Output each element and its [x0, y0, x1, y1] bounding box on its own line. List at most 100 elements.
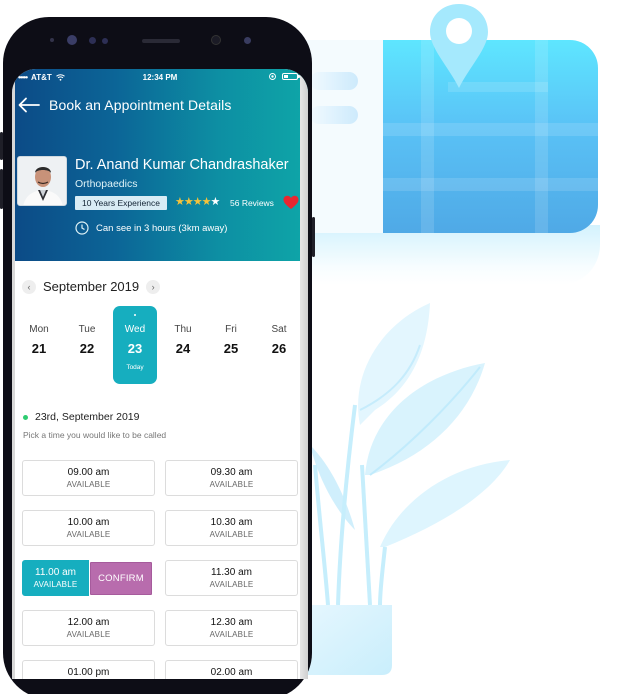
day-name: Thu — [174, 324, 192, 335]
time-slot[interactable]: 12.00 am AVAILABLE — [22, 610, 155, 646]
clock-icon — [75, 221, 89, 235]
slot-time: 09.30 am — [210, 467, 253, 478]
slot-status: AVAILABLE — [209, 630, 254, 639]
selected-date-text: 23rd, September 2019 — [35, 411, 140, 423]
slot-time: 12.00 am — [67, 617, 110, 628]
slot-time: 11.30 am — [211, 567, 252, 578]
time-slot[interactable]: 11.30 am AVAILABLE — [165, 560, 298, 596]
time-slot[interactable]: 09.30 am AVAILABLE — [165, 460, 298, 496]
battery-icon — [282, 73, 300, 80]
slot-time: 09.00 am — [67, 467, 110, 478]
day-name: Sat — [271, 324, 287, 335]
doctor-avatar — [17, 156, 67, 206]
event-dot-icon — [134, 314, 136, 316]
phone-frame: ••••• AT&T 12:34 PM Book an Appointment … — [0, 17, 315, 694]
slot-time: 10.30 am — [210, 517, 253, 528]
slot-status: AVAILABLE — [209, 530, 254, 539]
doctor-specialty: Orthopaedics — [75, 178, 138, 190]
day-name: Fri — [225, 324, 237, 335]
power-button — [312, 217, 315, 257]
sensor-icon — [102, 38, 108, 44]
slot-time: 11.00 am — [35, 567, 76, 578]
star-icon: ★ — [210, 196, 221, 208]
time-slot[interactable]: 10.00 am AVAILABLE — [22, 510, 155, 546]
day-number: 24 — [175, 341, 191, 356]
slot-status: AVAILABLE — [209, 480, 254, 489]
slot-status: AVAILABLE — [66, 530, 111, 539]
day-number: 21 — [31, 341, 47, 356]
time-slot[interactable]: 12.30 am AVAILABLE — [165, 610, 298, 646]
heart-icon[interactable] — [283, 195, 299, 210]
day-item[interactable]: Wed 23 Today — [113, 306, 157, 384]
day-item[interactable]: Sat 26 — [257, 306, 301, 384]
time-slot[interactable]: 11.00 am AVAILABLE — [22, 560, 89, 596]
time-slot[interactable]: 01.00 pmAVAILABLE — [22, 660, 155, 679]
day-item[interactable]: Fri 25 — [209, 306, 253, 384]
eta-text: Can see in 3 hours (3km away) — [96, 222, 228, 234]
day-number: 25 — [223, 341, 239, 356]
background-glow — [300, 225, 600, 285]
today-label: Today — [126, 364, 144, 371]
front-camera-icon — [211, 35, 221, 45]
star-icon: ★ — [175, 196, 185, 208]
eta-info: Can see in 3 hours (3km away) — [75, 221, 227, 235]
slot-status: AVAILABLE — [209, 580, 254, 589]
day-item[interactable]: Tue 22 — [65, 306, 109, 384]
header: ••••• AT&T 12:34 PM Book an Appointment … — [12, 69, 308, 261]
time-slot[interactable]: 02.00 amAVAILABLE — [165, 660, 298, 679]
sensor-icon — [89, 37, 96, 44]
star-icon: ★ — [183, 196, 194, 208]
day-name: Tue — [78, 324, 96, 335]
app-screen: ••••• AT&T 12:34 PM Book an Appointment … — [12, 69, 308, 679]
time-slot[interactable]: 10.30 am AVAILABLE — [165, 510, 298, 546]
location-status-icon — [269, 73, 276, 80]
rating-stars: ★★★★★ — [175, 195, 221, 208]
day-item[interactable]: Thu 24 — [161, 306, 205, 384]
speaker-grille — [142, 39, 180, 43]
selected-date: 23rd, September 2019 — [23, 411, 140, 423]
decorative-line — [310, 72, 358, 90]
day-item[interactable]: Mon 21 — [17, 306, 61, 384]
screen-edge — [300, 69, 308, 679]
map-illustration — [383, 40, 598, 233]
experience-badge: 10 Years Experience — [75, 196, 167, 210]
slot-status: AVAILABLE — [33, 580, 78, 589]
month-selector: ‹ September 2019 › — [22, 279, 161, 294]
day-strip: Mon 21 Tue 22 Wed 23 Today Thu 24 Fri 25 Sat 26 — [17, 306, 300, 384]
screen-edge — [12, 69, 15, 679]
arrow-left-icon[interactable] — [18, 97, 40, 113]
volume-button — [0, 169, 3, 209]
slot-time: 01.00 pm — [67, 667, 110, 678]
day-number: 22 — [79, 341, 95, 356]
status-dot-icon — [23, 414, 28, 420]
plant-illustration — [300, 303, 510, 675]
map-pin-icon — [430, 4, 488, 88]
page-title: Book an Appointment Details — [49, 97, 232, 113]
chevron-left-icon[interactable]: ‹ — [22, 279, 36, 294]
sensor-icon — [244, 37, 251, 44]
reviews-link[interactable]: 56 Reviews — [230, 198, 274, 208]
day-name: Mon — [29, 324, 49, 335]
slot-status: AVAILABLE — [66, 480, 111, 489]
star-icon: ★ — [201, 196, 212, 208]
day-name: Wed — [124, 324, 146, 335]
volume-button — [0, 132, 3, 160]
confirm-button[interactable]: CONFIRM — [90, 562, 152, 595]
doctor-name: Dr. Anand Kumar Chandrashaker — [75, 157, 289, 173]
status-time: 12:34 PM — [142, 73, 178, 82]
slot-time: 12.30 am — [210, 617, 253, 628]
time-slot[interactable]: 09.00 am AVAILABLE — [22, 460, 155, 496]
chevron-right-icon[interactable]: › — [146, 279, 161, 294]
background-panel — [300, 40, 390, 233]
slot-time: 02.00 am — [210, 667, 253, 678]
camera-icon — [67, 35, 77, 45]
slot-status: AVAILABLE — [66, 630, 111, 639]
month-label: September 2019 — [43, 279, 140, 294]
decorative-line — [310, 106, 358, 124]
slot-time: 10.00 am — [67, 517, 110, 528]
time-hint: Pick a time you would like to be called — [23, 430, 167, 440]
status-bar: ••••• AT&T 12:34 PM — [12, 73, 308, 87]
day-number: 26 — [271, 341, 287, 356]
sensor-icon — [50, 38, 54, 42]
day-number: 23 — [127, 341, 143, 356]
